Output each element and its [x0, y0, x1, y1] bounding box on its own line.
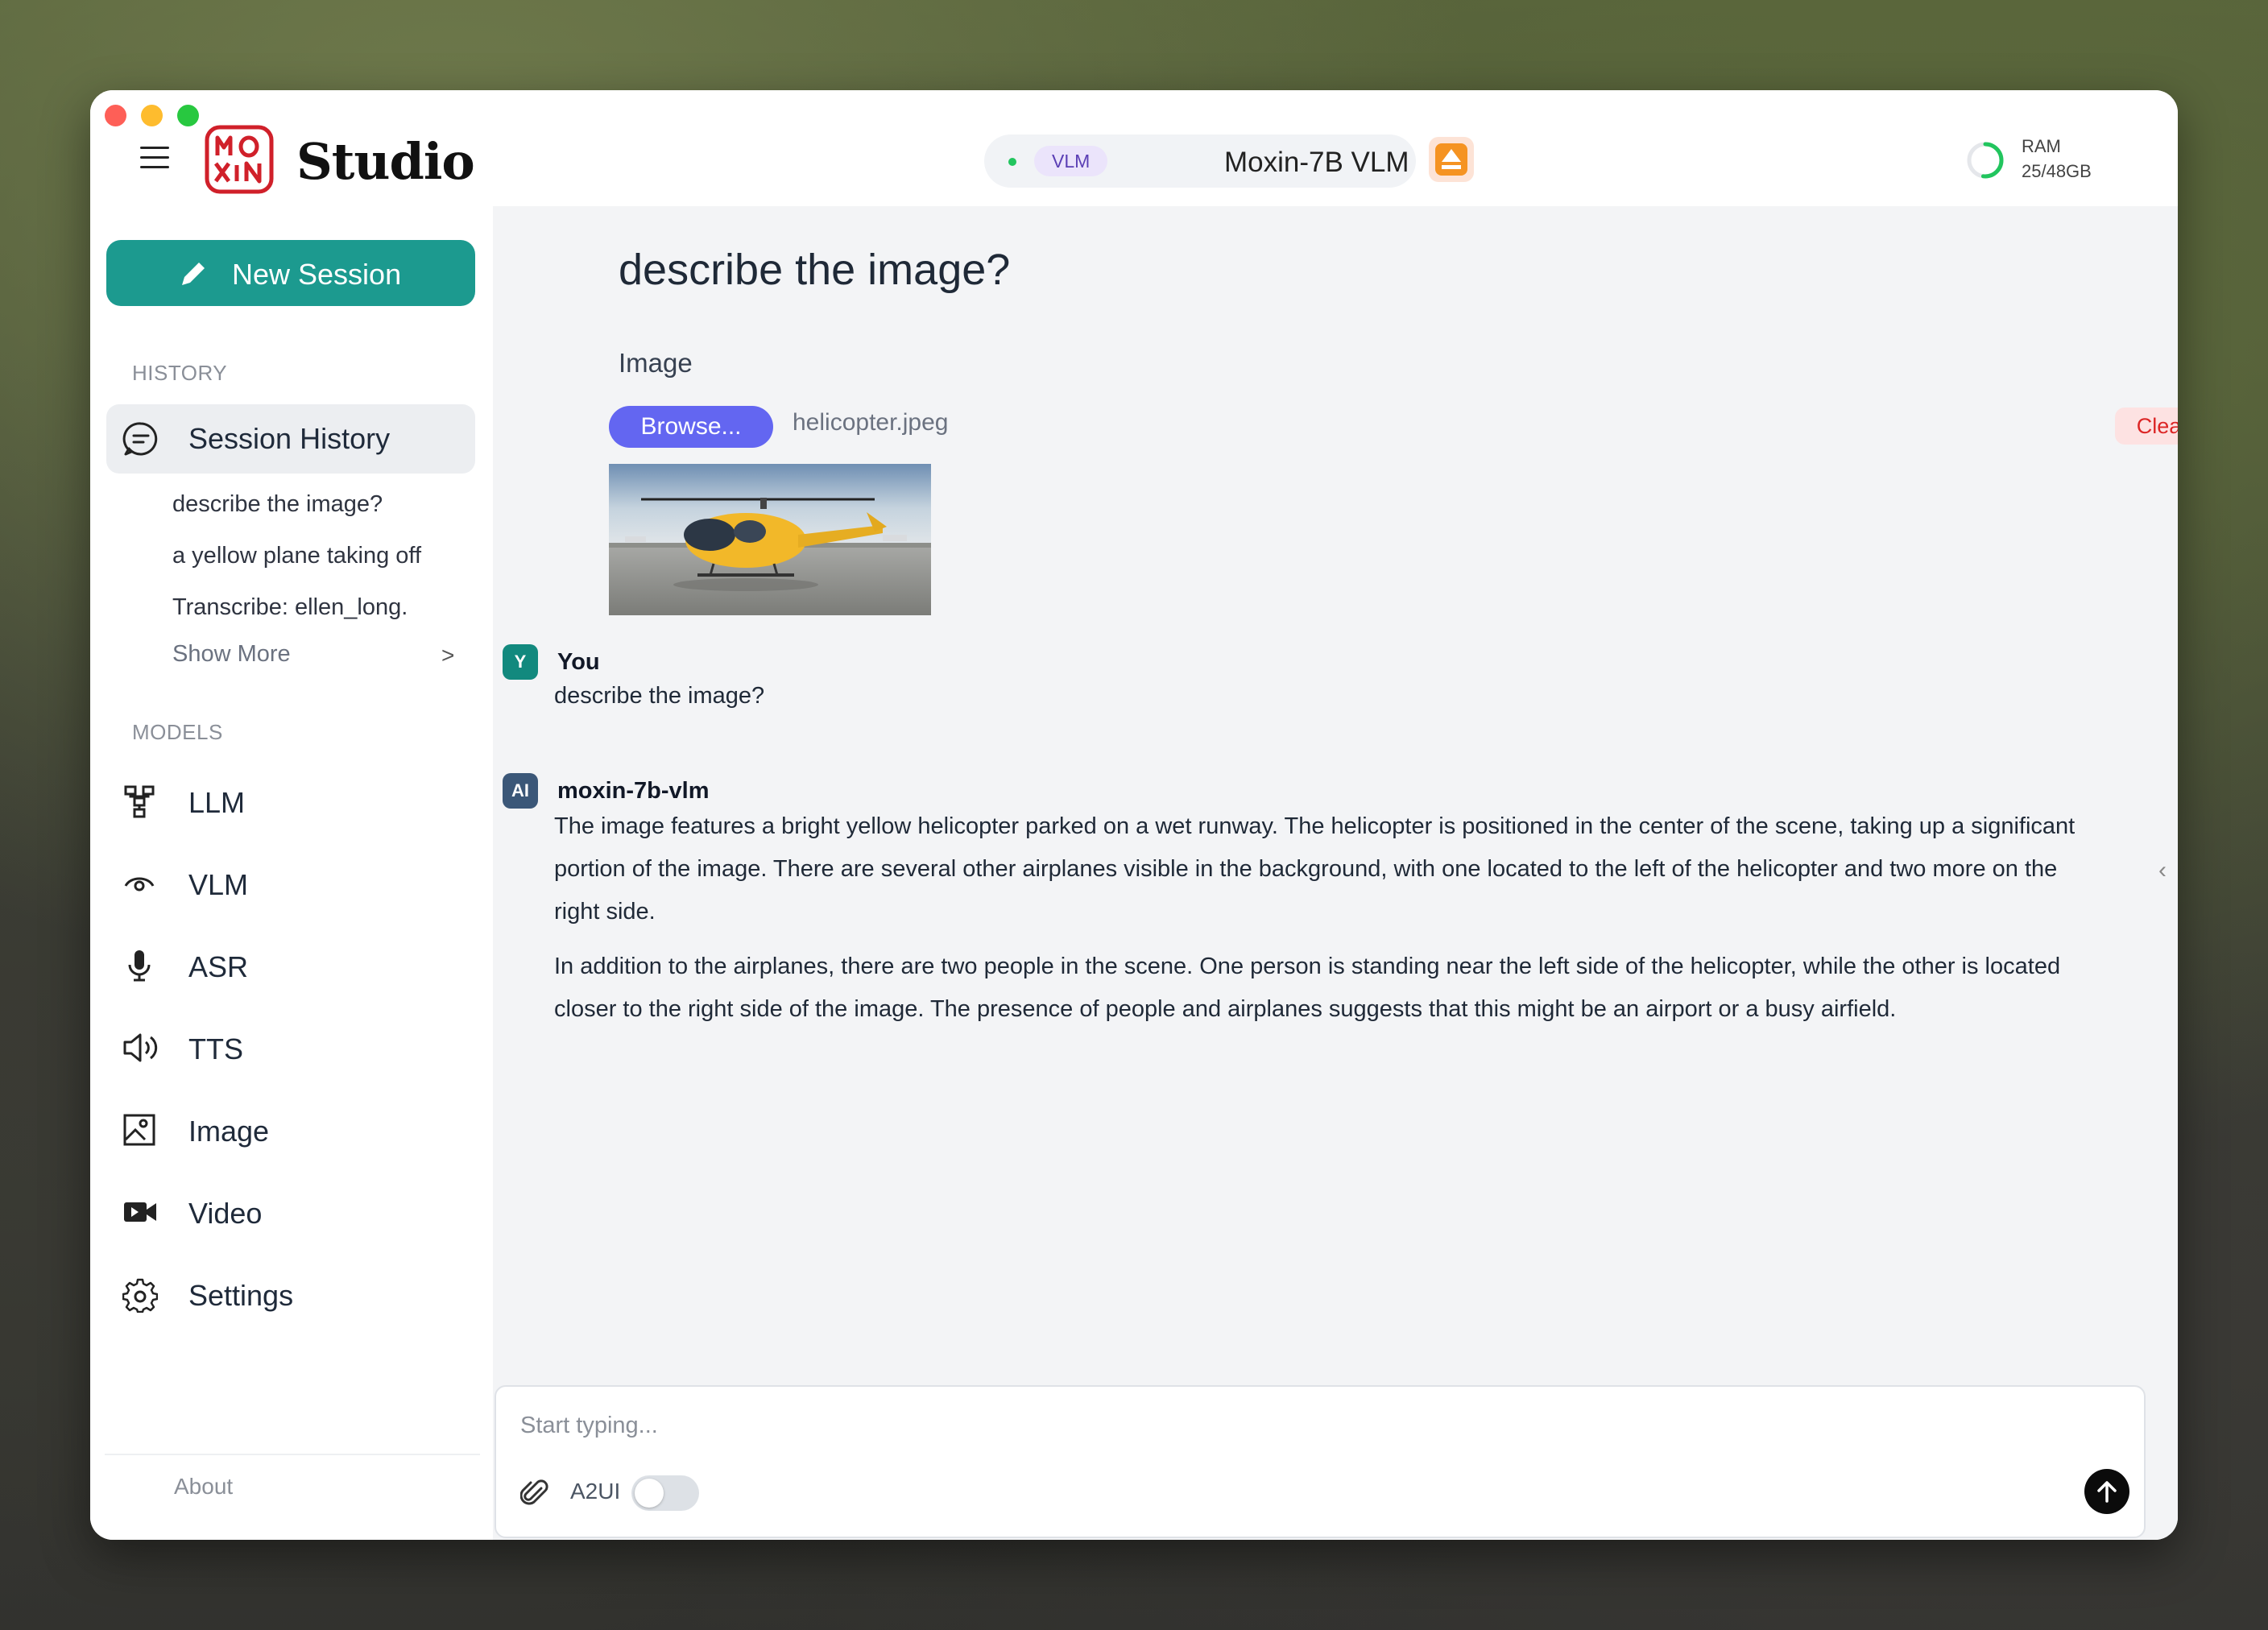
network-icon: [124, 785, 155, 818]
history-item[interactable]: Transcribe: ellen_long.: [172, 594, 408, 621]
chat-title: describe the image?: [619, 246, 1011, 294]
app-window: Studio VLM Moxin-7B VLM RAM 25/48GB New …: [90, 90, 2178, 1540]
new-session-button[interactable]: New Session: [106, 240, 475, 306]
menu-icon[interactable]: [140, 147, 169, 171]
nav-label: ASR: [188, 950, 249, 983]
clear-button[interactable]: Clear: [2115, 408, 2178, 445]
eject-model-button[interactable]: [1429, 137, 1474, 182]
speaker-icon: [123, 1033, 158, 1062]
image-icon: [123, 1114, 155, 1146]
nav-item-llm[interactable]: LLM: [106, 768, 477, 833]
ai-avatar: AI: [503, 773, 538, 809]
chat-bubble-icon: [122, 422, 158, 456]
model-type-badge: VLM: [1034, 146, 1108, 176]
pencil-icon: [182, 263, 205, 285]
nav-label: Image: [188, 1115, 270, 1148]
nav-label: Settings: [188, 1279, 294, 1312]
eject-icon: [1435, 143, 1467, 176]
nav-item-tts[interactable]: TTS: [106, 1015, 477, 1079]
browse-button[interactable]: Browse...: [609, 406, 773, 448]
message-sender: You: [557, 649, 600, 675]
video-camera-icon: [124, 1202, 156, 1222]
a2ui-label: A2UI: [570, 1479, 621, 1504]
model-selector[interactable]: VLM Moxin-7B VLM: [984, 134, 1416, 188]
moxin-logo: [205, 125, 274, 194]
session-history-item[interactable]: Session History: [106, 404, 475, 474]
selected-file-name: helicopter.jpeg: [793, 409, 949, 436]
user-avatar: Y: [503, 644, 538, 680]
a2ui-toggle[interactable]: [631, 1475, 699, 1511]
helicopter-image-thumbnail: [609, 464, 931, 615]
close-window-button[interactable]: [105, 105, 126, 126]
nav-item-vlm[interactable]: VLM: [106, 850, 477, 915]
ram-usage-ring: [1967, 142, 2004, 179]
nav-label: TTS: [188, 1032, 243, 1065]
history-item[interactable]: a yellow plane taking off: [172, 543, 421, 569]
image-section-label: Image: [619, 348, 693, 378]
nav-label: LLM: [188, 786, 246, 819]
show-more-link[interactable]: Show More: [172, 641, 291, 668]
nav-item-asr[interactable]: ASR: [106, 933, 477, 997]
about-link[interactable]: About: [174, 1474, 233, 1500]
arrow-up-icon: [2097, 1481, 2117, 1503]
nav-label: VLM: [188, 868, 249, 901]
send-button[interactable]: [2084, 1469, 2129, 1514]
nav-item-image[interactable]: Image: [106, 1097, 477, 1161]
app-title: Studio: [296, 132, 475, 191]
sidebar-divider: [105, 1454, 480, 1455]
message-text: In addition to the airplanes, there are …: [554, 954, 2061, 1022]
new-session-label: New Session: [232, 258, 402, 291]
maximize-window-button[interactable]: [177, 105, 199, 126]
history-item[interactable]: describe the image?: [172, 491, 383, 518]
message-text: describe the image?: [554, 683, 765, 709]
nav-label: Video: [188, 1197, 263, 1230]
top-bar: Studio VLM Moxin-7B VLM RAM 25/48GB: [90, 90, 2178, 206]
history-heading: HISTORY: [132, 361, 228, 385]
gear-icon: [122, 1278, 158, 1313]
chevron-right-icon[interactable]: >: [441, 643, 454, 668]
ram-value: 25/48GB: [2022, 161, 2092, 181]
eye-icon: [124, 877, 155, 892]
nav-item-settings[interactable]: Settings: [106, 1261, 477, 1326]
ram-label: RAM: [2022, 136, 2061, 156]
chat-panel: describe the image? Image Browse... heli…: [493, 206, 2178, 1540]
status-dot: [1008, 158, 1016, 166]
chat-input-box: A2UI: [495, 1385, 2146, 1538]
model-name: Moxin-7B VLM: [1224, 147, 1409, 178]
models-heading: MODELS: [132, 720, 223, 744]
chat-input[interactable]: [519, 1406, 2117, 1445]
paperclip-icon[interactable]: [520, 1477, 549, 1509]
session-history-label: Session History: [188, 422, 391, 455]
message-sender: moxin-7b-vlm: [557, 778, 710, 804]
nav-item-video[interactable]: Video: [106, 1179, 477, 1243]
minimize-window-button[interactable]: [141, 105, 163, 126]
message-text: The image features a bright yellow helic…: [554, 813, 2076, 925]
chevron-left-icon[interactable]: ‹: [2158, 857, 2167, 884]
window-controls: [105, 105, 199, 126]
toggle-knob: [635, 1479, 664, 1508]
microphone-icon: [128, 950, 151, 982]
